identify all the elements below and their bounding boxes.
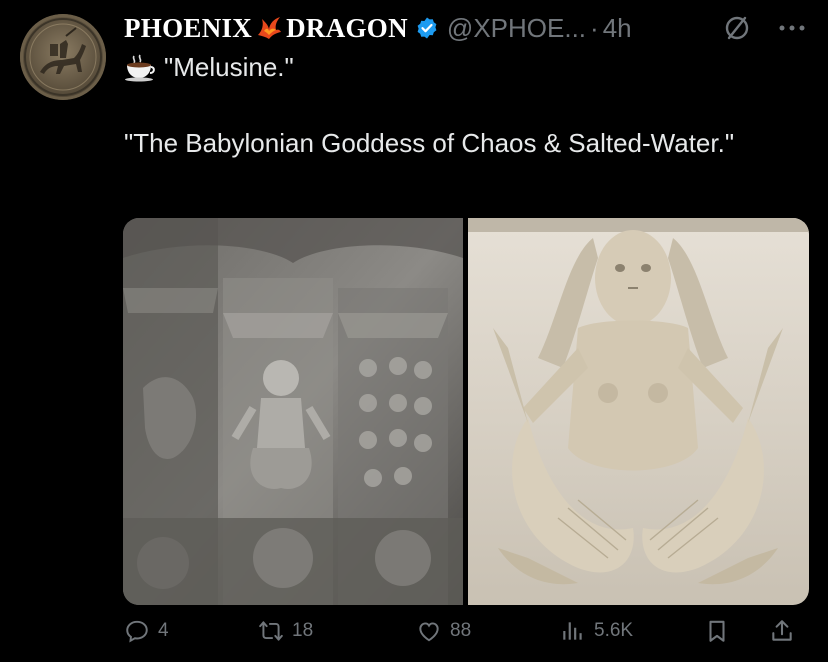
share-icon [772, 620, 792, 641]
share-button[interactable] [769, 618, 803, 644]
like-button[interactable]: 88 [416, 618, 471, 644]
like-count: 88 [450, 620, 472, 641]
separator-dot: · [590, 12, 599, 43]
author-name-part1[interactable]: PHOENIX [124, 13, 252, 44]
verified-badge-icon [417, 17, 437, 39]
post-text-paragraph: "The Babylonian Goddess of Chaos & Salte… [124, 128, 735, 158]
post-line1: "Melusine." [124, 52, 294, 83]
action-bar: 4 18 88 5.6K [124, 618, 810, 656]
bookmark-icon [709, 620, 725, 642]
reply-count: 4 [158, 620, 169, 641]
repost-icon [259, 621, 283, 641]
post-time[interactable]: 4h [603, 13, 632, 44]
repost-button[interactable]: 18 [258, 618, 313, 644]
media-grid[interactable] [123, 218, 809, 605]
like-icon [419, 622, 439, 642]
reply-icon [126, 620, 148, 643]
media-image-right[interactable] [468, 218, 809, 605]
repost-count: 18 [292, 620, 314, 641]
bookmark-button[interactable] [704, 618, 738, 644]
views-count: 5.6K [594, 620, 634, 641]
more-icon[interactable] [776, 14, 808, 42]
coffee-emoji [125, 54, 155, 81]
phoenix-emoji [254, 13, 284, 43]
avatar[interactable] [20, 14, 106, 100]
reply-button[interactable]: 4 [124, 618, 169, 644]
media-image-left[interactable] [123, 218, 463, 605]
author-handle[interactable]: @XPHOE... [447, 13, 586, 44]
views-icon [563, 622, 582, 640]
author-name-part2[interactable]: DRAGON [286, 13, 408, 44]
post-text-line1: "Melusine." [164, 52, 294, 82]
views-button[interactable]: 5.6K [560, 618, 633, 644]
grok-icon[interactable] [723, 14, 751, 42]
